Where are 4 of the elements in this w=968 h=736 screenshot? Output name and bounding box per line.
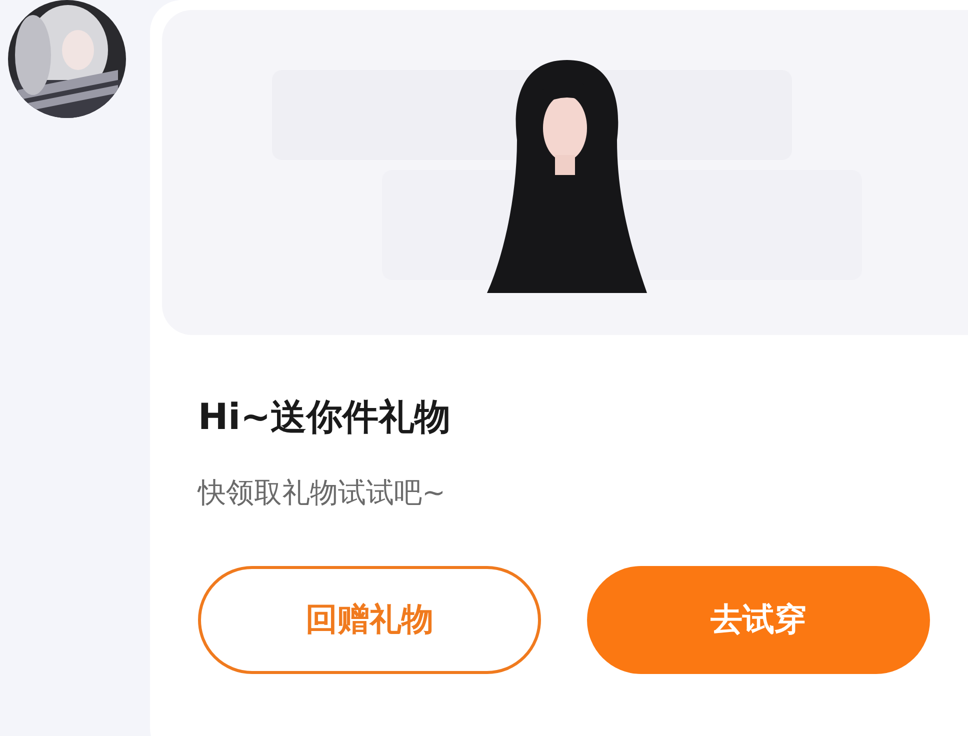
card-title: Hi~送你件礼物 xyxy=(198,396,452,440)
gift-button[interactable]: 回赠礼物 xyxy=(198,566,541,674)
card-subtitle: 快领取礼物试试吧~ xyxy=(198,475,446,511)
try-on-button[interactable]: 去试穿 xyxy=(587,566,930,674)
